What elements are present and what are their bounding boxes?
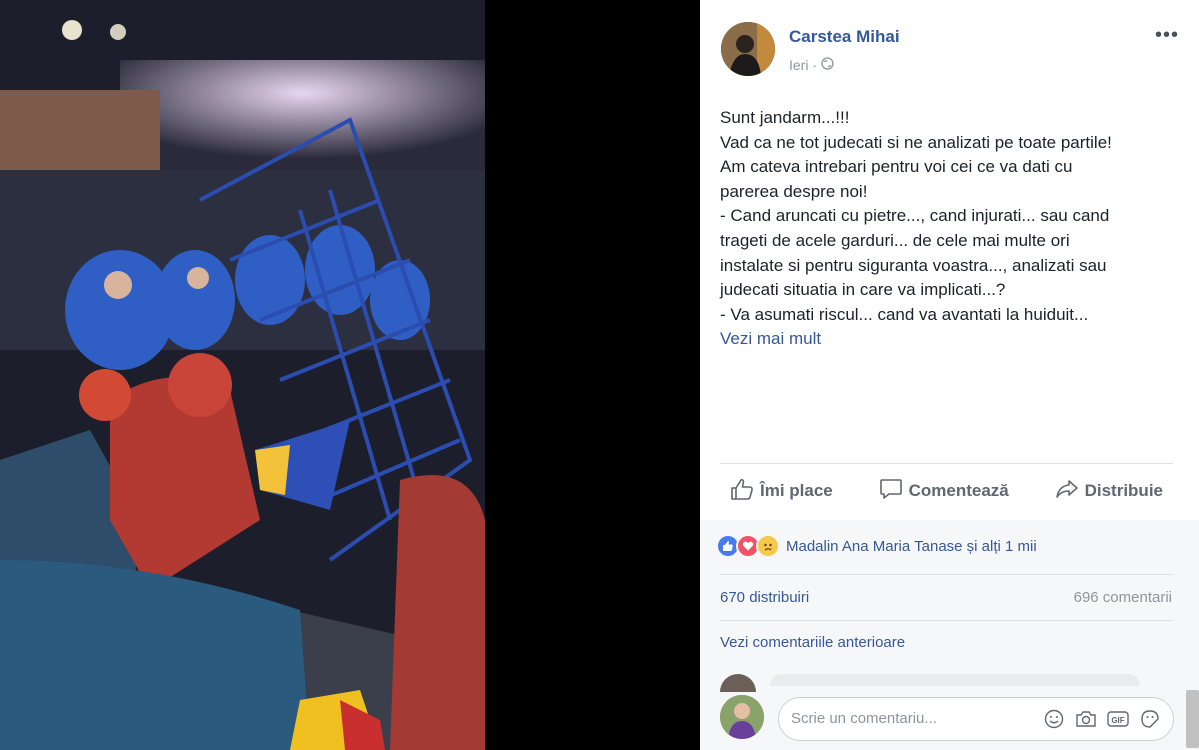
- more-options-icon[interactable]: •••: [1155, 24, 1179, 47]
- share-icon: [1055, 478, 1079, 505]
- meta-separator: ·: [812, 57, 818, 73]
- comment-tools: GIF: [1043, 708, 1161, 730]
- post-text-line: Vad ca ne tot judecati si ne analizati p…: [720, 132, 1112, 152]
- post-text-line: Am cateva intrebari pentru voi cei ce va…: [720, 157, 1073, 177]
- author-avatar-image: [721, 22, 775, 76]
- post-actions: Îmi place Comentează Distribuie: [720, 474, 1173, 508]
- comment-icon: [879, 478, 903, 505]
- post-text-line: parerea despre noi!: [720, 181, 868, 201]
- post-panel: Carstea Mihai Ieri · ••• Sunt jandarm...…: [700, 0, 1199, 750]
- like-label: Îmi place: [760, 481, 833, 500]
- comment-bubble: [770, 674, 1140, 686]
- like-button[interactable]: Îmi place: [720, 478, 843, 505]
- current-user-avatar: [720, 695, 764, 739]
- sad-reaction-icon: [756, 534, 780, 558]
- thumbs-up-icon: [730, 478, 754, 505]
- share-button[interactable]: Distribuie: [1045, 478, 1173, 505]
- post-text-line: judecati situatia in care va implicati..…: [720, 280, 1006, 300]
- author-name[interactable]: Carstea Mihai: [789, 27, 900, 47]
- post-text-line: Sunt jandarm...!!!: [720, 108, 850, 127]
- post-text-line: trageti de acele garduri... de cele mai …: [720, 230, 1070, 250]
- comment-input[interactable]: Scrie un comentariu... GIF: [778, 697, 1174, 741]
- comment-button[interactable]: Comentează: [869, 478, 1019, 505]
- share-label: Distribuie: [1084, 481, 1163, 500]
- comment-label: Comentează: [908, 481, 1009, 500]
- post-photo[interactable]: [0, 0, 485, 750]
- scrollbar[interactable]: [1186, 690, 1199, 748]
- reactions-text: Madalin Ana Maria Tanase și alți 1 mii: [786, 537, 1037, 555]
- protest-photo-illustration: [0, 0, 485, 750]
- comments-divider: [720, 620, 1173, 621]
- emoji-icon[interactable]: [1043, 708, 1065, 730]
- stats-divider: [720, 574, 1173, 575]
- sticker-icon[interactable]: [1139, 708, 1161, 730]
- camera-icon[interactable]: [1075, 708, 1097, 730]
- view-previous-comments-link[interactable]: Vezi comentariile anterioare: [720, 634, 905, 651]
- see-more-link[interactable]: Vezi mai mult: [720, 327, 1180, 352]
- post-text-line: - Cand aruncati cu pietre..., cand injur…: [720, 206, 1110, 226]
- comments-count[interactable]: 696 comentarii: [1074, 589, 1172, 606]
- actions-top-divider: [720, 463, 1173, 464]
- post-text: Sunt jandarm...!!! Vad ca ne tot judecat…: [720, 106, 1180, 352]
- svg-text:GIF: GIF: [1111, 716, 1124, 725]
- post-meta: Ieri ·: [789, 57, 834, 73]
- shares-count[interactable]: 670 distribuiri: [720, 589, 809, 606]
- post-text-line: - Va asumati riscul... cand va avantati …: [720, 304, 1089, 324]
- author-avatar[interactable]: [721, 22, 775, 76]
- reactions-summary[interactable]: Madalin Ana Maria Tanase și alți 1 mii: [716, 534, 1037, 558]
- photo-letterbox: [485, 0, 700, 750]
- gif-icon[interactable]: GIF: [1107, 708, 1129, 730]
- comment-placeholder: Scrie un comentariu...: [791, 710, 937, 727]
- globe-icon: [821, 57, 834, 73]
- post-time[interactable]: Ieri: [789, 57, 808, 73]
- current-user-avatar-image: [720, 695, 764, 739]
- post-text-line: instalate si pentru siguranta voastra...…: [720, 255, 1107, 275]
